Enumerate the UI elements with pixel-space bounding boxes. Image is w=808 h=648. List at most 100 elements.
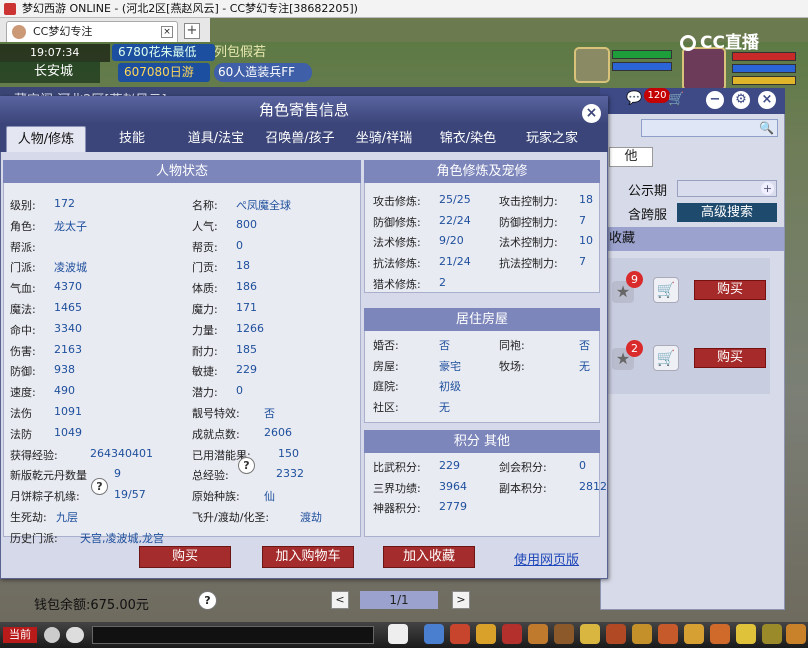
cross-server-label[interactable]: 含跨服 — [628, 204, 667, 223]
current-city[interactable]: 长安城 — [0, 61, 100, 83]
browser-tab[interactable]: CC梦幻专注 × — [6, 21, 178, 43]
use-web-version-link[interactable]: 使用网页版 — [514, 549, 579, 568]
scene-text: 列包假若 — [214, 45, 267, 60]
search-icon[interactable]: 🔍 — [759, 121, 774, 135]
chat-channel-current[interactable]: 当前 — [3, 627, 37, 643]
map-icon[interactable] — [762, 624, 782, 644]
window-title: 梦幻西游 ONLINE - (河北2区[燕赵风云] - CC梦幻专注[38682… — [22, 2, 358, 15]
listing-buy-button[interactable]: 购买 — [694, 348, 766, 368]
chat-bubble-icon[interactable] — [66, 627, 84, 643]
gift-icon[interactable] — [710, 624, 730, 644]
tab-outfits[interactable]: 锦衣/染色 — [428, 126, 508, 152]
team-icon[interactable] — [528, 624, 548, 644]
stat-value: 渡劫 — [300, 511, 322, 524]
stat-label: 新版乾元丹数量 — [10, 469, 87, 483]
stat-label: 名称: — [192, 199, 218, 212]
settings-icon[interactable] — [786, 624, 806, 644]
pet-avatar[interactable] — [574, 47, 610, 83]
help-icon[interactable]: ? — [91, 478, 108, 495]
tab-summons[interactable]: 召唤兽/孩子 — [258, 126, 342, 152]
trade-icon[interactable] — [502, 624, 522, 644]
wallet-label: 钱包余额: — [34, 598, 91, 613]
add-to-cart-button[interactable]: 加入购物车 — [262, 546, 354, 568]
stat-value: 938 — [54, 363, 75, 377]
house-label: 房屋: — [373, 359, 399, 373]
cultivation-label: 抗法修炼: — [373, 257, 421, 271]
dialog-close-button[interactable]: × — [582, 104, 601, 123]
add-cart-icon[interactable]: 🛒 — [653, 277, 679, 303]
wallet-amount: 675.00元 — [90, 598, 149, 613]
settings-gear-icon[interactable]: ⚙ — [732, 91, 750, 109]
stat-value: 171 — [236, 301, 257, 314]
hud-banner-top[interactable]: 6780花朱最低 — [112, 44, 215, 61]
next-page-button[interactable]: > — [452, 591, 470, 609]
stat-value: 凌波城 — [54, 261, 87, 275]
tab-mounts[interactable]: 坐骑/祥瑞 — [344, 126, 424, 152]
cultivation-value: 25/25 — [439, 193, 471, 206]
stat-label: 力量: — [192, 323, 218, 337]
advanced-search-button[interactable]: 高级搜索 — [677, 203, 777, 222]
cultivation-value: 21/24 — [439, 255, 471, 269]
cultivation-label: 攻击控制力: — [499, 195, 558, 208]
smile-icon[interactable] — [736, 624, 756, 644]
public-period-select[interactable]: + — [677, 180, 777, 197]
cultivation-header: 角色修炼及宠修 — [364, 160, 600, 183]
shop-icon[interactable] — [658, 624, 678, 644]
attack-icon[interactable] — [424, 624, 444, 644]
chat-input[interactable] — [92, 626, 374, 644]
guild-icon[interactable] — [554, 624, 574, 644]
browser-tab-label: CC梦幻专注 — [33, 25, 93, 38]
bag-icon[interactable] — [450, 624, 470, 644]
wallet-help-icon[interactable]: ? — [198, 591, 217, 610]
tab-skills[interactable]: 技能 — [92, 126, 172, 152]
scores-label: 剑会积分: — [499, 461, 547, 474]
stat-value: 172 — [54, 197, 75, 210]
hud-notice[interactable]: 60人造装兵FF — [214, 63, 312, 82]
add-to-favorites-button[interactable]: 加入收藏 — [383, 546, 475, 568]
stat-value: 800 — [236, 217, 257, 231]
plus-icon[interactable]: + — [761, 182, 774, 195]
tab-other[interactable]: 他 — [609, 147, 653, 167]
prev-page-button[interactable]: < — [331, 591, 349, 609]
stat-value: 九层 — [56, 511, 78, 524]
stat-label: 总经验: — [192, 469, 229, 483]
cultivation-label: 防御修炼: — [373, 215, 421, 229]
activity-icon[interactable] — [684, 624, 704, 644]
hud-money[interactable]: 607080日游 — [118, 63, 210, 82]
add-cart-icon[interactable]: 🛒 — [653, 345, 679, 371]
buy-button[interactable]: 购买 — [139, 546, 231, 568]
minimize-button[interactable]: − — [706, 91, 724, 109]
wallet-balance: 钱包余额:675.00元 — [34, 594, 149, 613]
house-label: 同袍: — [499, 339, 525, 352]
new-tab-button[interactable]: + — [184, 23, 200, 39]
stat-label: 月饼粽子机缘: — [10, 490, 80, 504]
system-icon[interactable] — [632, 624, 652, 644]
stat-value: 天宫,凌波城,龙宫 — [80, 531, 164, 545]
cc-live-badge: CC直播 — [680, 30, 780, 56]
stat-value: 1465 — [54, 301, 82, 314]
cart-icon[interactable]: 🛒 — [668, 92, 688, 107]
character-menu-icon[interactable] — [388, 624, 408, 644]
stat-value: 264340401 — [90, 446, 153, 460]
cultivation-value: 9/20 — [439, 234, 464, 248]
house-label: 婚否: — [373, 339, 399, 352]
tab-character[interactable]: 人物/修炼 — [6, 126, 86, 152]
cultivation-label: 抗法控制力: — [499, 257, 558, 271]
listing-buy-button[interactable]: 购买 — [694, 280, 766, 300]
stat-value: 1091 — [54, 405, 82, 418]
search-input[interactable]: 🔍 — [641, 119, 778, 137]
tab-home[interactable]: 玩家之家 — [512, 126, 592, 152]
house-value: 无 — [579, 359, 590, 373]
tab-items[interactable]: 道具/法宝 — [176, 126, 256, 152]
favorites-header: 收藏 — [601, 227, 784, 251]
tab-close-icon[interactable]: × — [161, 26, 173, 38]
microphone-icon[interactable] — [44, 627, 60, 643]
stat-label: 角色: — [10, 219, 36, 233]
friend-icon[interactable] — [606, 624, 626, 644]
help-icon[interactable]: ? — [238, 457, 255, 474]
task-icon[interactable] — [580, 624, 600, 644]
pet-icon[interactable] — [476, 624, 496, 644]
stat-label: 原始种族: — [192, 490, 240, 504]
message-count-badge: 120 — [644, 88, 670, 103]
panel-close-button[interactable]: × — [758, 91, 776, 109]
